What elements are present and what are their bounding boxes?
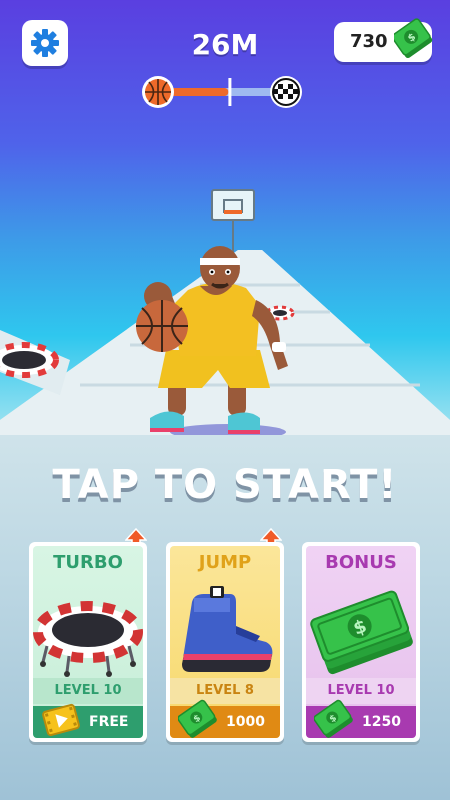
side-trampoline: [0, 342, 59, 378]
card-body: BONUS $ LEVEL 10 $ 1250: [306, 546, 416, 738]
player-character: [136, 246, 288, 440]
sneaker-icon: [182, 586, 273, 672]
buy-price: 1000: [226, 714, 265, 730]
buy-price: FREE: [89, 714, 129, 730]
card-title: BONUS: [325, 552, 397, 573]
card-title: JUMP: [198, 552, 252, 573]
card-level: LEVEL 10: [327, 683, 395, 698]
card-body: JUMP LEVEL 8 $ 1000: [170, 546, 280, 738]
card-title: TURBO: [53, 552, 123, 573]
card-level: LEVEL 10: [54, 683, 122, 698]
upgrade-card-jump[interactable]: JUMP LEVEL 8 $ 1000: [166, 542, 284, 742]
distance-counter: 26M: [191, 28, 259, 61]
gear-icon: [31, 29, 59, 57]
cash-stack-icon: $: [310, 590, 413, 675]
game-scene[interactable]: [0, 0, 450, 460]
card-level: LEVEL 8: [196, 683, 254, 698]
upgrade-card-turbo[interactable]: TURBO LEVEL 10 FREE: [29, 542, 147, 742]
buy-button[interactable]: $ 1000: [170, 699, 280, 738]
tap-to-start-prompt[interactable]: TAP TO START!: [0, 462, 450, 508]
finish-flag-icon: [270, 76, 302, 108]
buy-price: 1250: [362, 714, 401, 730]
cash-icon: $: [394, 18, 433, 59]
money-value: 730: [350, 31, 388, 52]
trampoline-icon: [33, 601, 143, 677]
cash-icon: $: [314, 699, 353, 738]
buy-button[interactable]: $ 1250: [306, 699, 416, 738]
card-body: TURBO LEVEL 10 FREE: [33, 546, 143, 738]
video-ad-icon: [42, 703, 80, 737]
upgrade-card-bonus[interactable]: BONUS $ LEVEL 10 $ 1250: [302, 542, 420, 742]
cash-icon: $: [178, 699, 217, 738]
buy-button[interactable]: FREE: [33, 703, 143, 738]
basketball-icon: [142, 76, 174, 108]
settings-button[interactable]: [22, 20, 68, 66]
progress-marker: [228, 78, 232, 106]
money-counter: 730 $: [334, 18, 433, 62]
level-progress-bar: [142, 76, 302, 108]
